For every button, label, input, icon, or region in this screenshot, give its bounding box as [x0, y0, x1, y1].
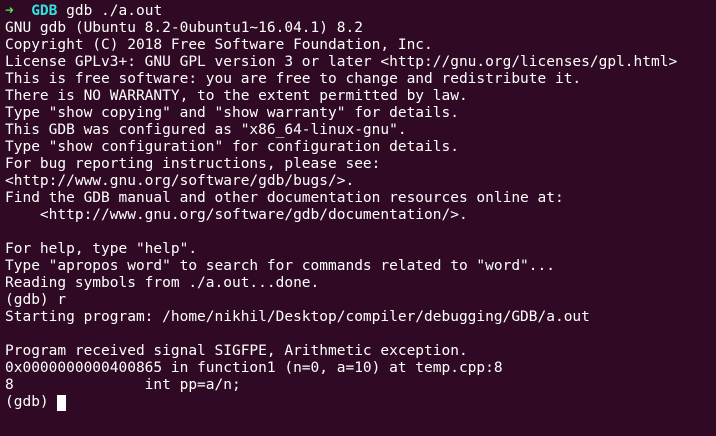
gdb-prompt: (gdb) — [5, 394, 58, 410]
output-line: Type "show copying" and "show warranty" … — [5, 105, 459, 121]
output-line: <http://www.gnu.org/software/gdb/bugs/>. — [5, 173, 355, 189]
output-line: Type "apropos word" to search for comman… — [5, 258, 555, 274]
output-line: There is NO WARRANTY, to the extent perm… — [5, 88, 468, 104]
text-cursor — [57, 395, 67, 411]
prompt-directory: GDB — [31, 3, 58, 19]
output-line: Copyright (C) 2018 Free Software Foundat… — [5, 37, 433, 53]
output-line: This GDB was configured as "x86_64-linux… — [5, 122, 407, 138]
output-line: Reading symbols from ./a.out...done. — [5, 275, 320, 291]
terminal-window[interactable]: ➜ GDB gdb ./a.out GNU gdb (Ubuntu 8.2-0u… — [0, 0, 716, 436]
output-line: (gdb) r — [5, 292, 67, 308]
terminal-output: GNU gdb (Ubuntu 8.2-0ubuntu1~16.04.1) 8.… — [5, 20, 716, 394]
output-line: Starting program: /home/nikhil/Desktop/c… — [5, 309, 590, 325]
prompt-command: gdb ./a.out — [66, 3, 163, 19]
output-line: <http://www.gnu.org/software/gdb/documen… — [5, 207, 468, 223]
output-line: This is free software: you are free to c… — [5, 71, 582, 87]
output-line: Find the GDB manual and other documentat… — [5, 190, 564, 206]
prompt-arrow-icon: ➜ — [5, 3, 14, 19]
output-line: Type "show configuration" for configurat… — [5, 139, 459, 155]
output-line: For bug reporting instructions, please s… — [5, 156, 381, 172]
output-line: 8 int pp=a/n; — [5, 377, 241, 393]
output-line: 0x0000000000400865 in function1 (n=0, a=… — [5, 360, 503, 376]
output-line: GNU gdb (Ubuntu 8.2-0ubuntu1~16.04.1) 8.… — [5, 20, 363, 36]
shell-prompt-line: ➜ GDB gdb ./a.out — [5, 3, 716, 20]
output-line: License GPLv3+: GNU GPL version 3 or lat… — [5, 54, 678, 70]
output-line: Program received signal SIGFPE, Arithmet… — [5, 343, 468, 359]
gdb-input-line[interactable]: (gdb) — [5, 394, 716, 411]
output-line: For help, type "help". — [5, 241, 198, 257]
